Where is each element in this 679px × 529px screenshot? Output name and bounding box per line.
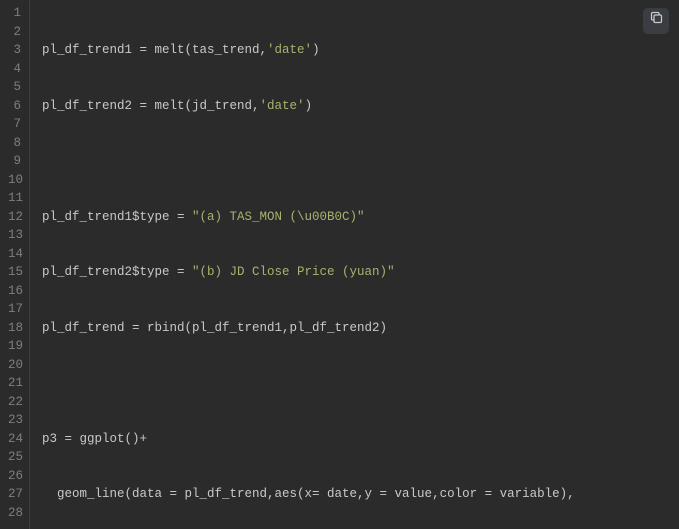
copy-icon <box>649 10 664 32</box>
code-line: pl_df_trend1 = melt(tas_trend,'date') <box>42 41 679 60</box>
line-number: 7 <box>8 115 21 134</box>
line-number: 20 <box>8 356 21 375</box>
code-line: p3 = ggplot()+ <box>42 430 679 449</box>
line-number: 9 <box>8 152 21 171</box>
line-number: 21 <box>8 374 21 393</box>
line-number: 25 <box>8 448 21 467</box>
code-line <box>42 374 679 393</box>
code-line: pl_df_trend1$type = "(a) TAS_MON (\u00B0… <box>42 208 679 227</box>
line-number: 15 <box>8 263 21 282</box>
line-number: 12 <box>8 208 21 227</box>
line-number: 10 <box>8 171 21 190</box>
line-number: 18 <box>8 319 21 338</box>
code-line: geom_line(data = pl_df_trend,aes(x= date… <box>42 485 679 504</box>
line-number: 1 <box>8 4 21 23</box>
code-line: pl_df_trend = rbind(pl_df_trend1,pl_df_t… <box>42 319 679 338</box>
code-content[interactable]: pl_df_trend1 = melt(tas_trend,'date') pl… <box>30 0 679 529</box>
line-number: 28 <box>8 504 21 523</box>
line-number: 27 <box>8 485 21 504</box>
line-number: 4 <box>8 60 21 79</box>
line-number: 5 <box>8 78 21 97</box>
code-editor: 1 2 3 4 5 6 7 8 9 10 11 12 13 14 15 16 1… <box>0 0 679 529</box>
line-number: 6 <box>8 97 21 116</box>
line-number-gutter: 1 2 3 4 5 6 7 8 9 10 11 12 13 14 15 16 1… <box>0 0 30 529</box>
copy-button[interactable] <box>643 8 669 34</box>
line-number: 22 <box>8 393 21 412</box>
line-number: 16 <box>8 282 21 301</box>
line-number: 13 <box>8 226 21 245</box>
line-number: 3 <box>8 41 21 60</box>
line-number: 11 <box>8 189 21 208</box>
line-number: 2 <box>8 23 21 42</box>
code-line <box>42 152 679 171</box>
line-number: 8 <box>8 134 21 153</box>
code-line: pl_df_trend2 = melt(jd_trend,'date') <box>42 97 679 116</box>
code-line: pl_df_trend2$type = "(b) JD Close Price … <box>42 263 679 282</box>
line-number: 17 <box>8 300 21 319</box>
line-number: 19 <box>8 337 21 356</box>
line-number: 26 <box>8 467 21 486</box>
line-number: 23 <box>8 411 21 430</box>
line-number: 24 <box>8 430 21 449</box>
line-number: 14 <box>8 245 21 264</box>
